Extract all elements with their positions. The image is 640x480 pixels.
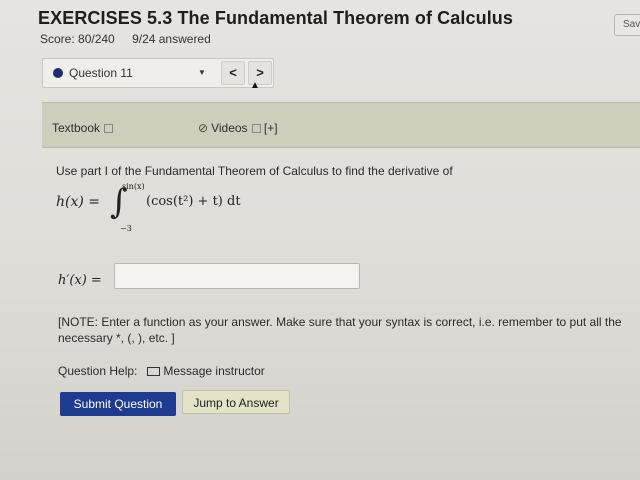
- equation: h(x) = ∫ sin(x) −3 (cos(t²) + t) dt: [56, 180, 356, 240]
- prev-question-button[interactable]: <: [221, 61, 245, 85]
- videos-link[interactable]: ⊘ Videos [+]: [198, 121, 278, 135]
- external-link-icon: [251, 124, 261, 133]
- question-help-label: Question Help:: [58, 364, 138, 378]
- question-prompt: Use part I of the Fundamental Theorem of…: [56, 164, 453, 178]
- message-instructor-link[interactable]: Message instructor: [163, 364, 264, 378]
- textbook-label: Textbook: [52, 121, 101, 135]
- mail-icon: [147, 367, 161, 376]
- page-title: EXERCISES 5.3 The Fundamental Theorem of…: [38, 8, 514, 28]
- jump-to-answer-button[interactable]: Jump to Answer: [182, 390, 290, 414]
- question-select[interactable]: Question 11 ▼: [43, 59, 219, 87]
- external-link-icon: [104, 124, 114, 133]
- status-dot-icon: [53, 68, 63, 78]
- answer-input[interactable]: [114, 263, 360, 289]
- answered-text: 9/24 answered: [132, 32, 211, 46]
- videos-expand[interactable]: [+]: [264, 121, 278, 135]
- save-button[interactable]: Sav: [614, 14, 640, 36]
- mouse-cursor-icon: ▲: [250, 80, 260, 91]
- integrand: (cos(t²) + t) dt: [146, 194, 241, 209]
- page: EXERCISES 5.3 The Fundamental Theorem of…: [0, 0, 640, 480]
- equation-lhs: h(x) =: [56, 194, 101, 210]
- upper-limit: sin(x): [122, 182, 145, 191]
- question-select-label: Question 11: [69, 66, 133, 80]
- resources-bar: Textbook ⊘ Videos [+]: [42, 102, 640, 148]
- textbook-link[interactable]: Textbook: [52, 121, 114, 135]
- paperclip-icon: ⊘: [198, 121, 209, 135]
- question-nav-bar: Question 11 ▼ < >: [42, 58, 274, 88]
- answer-label: h′(x) =: [58, 273, 102, 288]
- videos-label: Videos: [211, 121, 248, 135]
- score-text: Score: 80/240: [40, 32, 115, 46]
- syntax-note: [NOTE: Enter a function as your answer. …: [58, 315, 622, 345]
- score-line: Score: 80/240 9/24 answered: [40, 32, 225, 46]
- question-help: Question Help: Message instructor: [58, 364, 265, 378]
- lower-limit: −3: [120, 224, 132, 233]
- chevron-down-icon: ▼: [198, 68, 206, 77]
- submit-question-button[interactable]: Submit Question: [60, 392, 176, 416]
